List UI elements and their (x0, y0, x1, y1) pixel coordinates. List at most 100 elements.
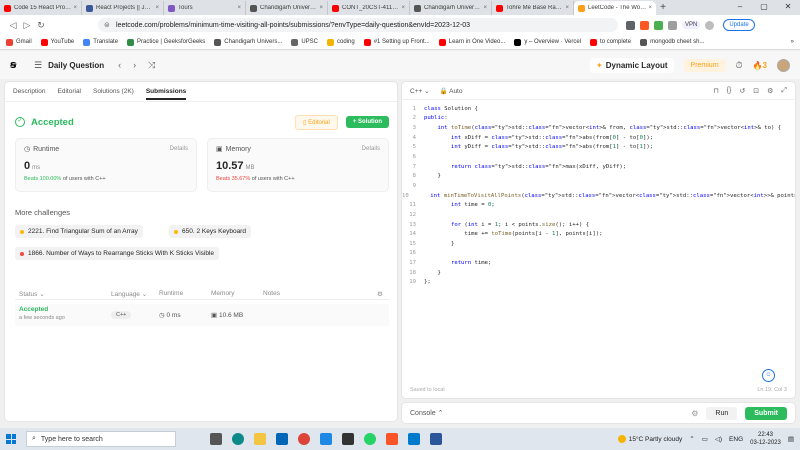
browser-tab[interactable]: Chandigarh University × (410, 1, 492, 15)
browser-tab[interactable]: LeetCode - The World × (574, 1, 656, 15)
tab-close-icon[interactable]: × (401, 5, 405, 11)
challenge-chip[interactable]: 2221. Find Triangular Sum of an Array (15, 225, 143, 238)
browser-tab[interactable]: React Projects || John S× (82, 1, 164, 15)
editorial-button[interactable]: ▯ Editorial (295, 114, 338, 130)
memory-details-link[interactable]: Details (362, 146, 380, 152)
code-line[interactable]: 6 (402, 152, 795, 162)
tab-close-icon[interactable]: × (155, 5, 159, 11)
new-tab-button[interactable]: + (656, 1, 670, 15)
settings-icon[interactable]: ⚙ (691, 409, 698, 418)
bookmark-item[interactable]: Translate (83, 38, 118, 46)
browser-tab[interactable]: Tours × (164, 1, 246, 15)
shuffle-icon[interactable]: ⤨ (148, 60, 155, 71)
word-icon[interactable] (430, 433, 442, 445)
close-window-button[interactable]: ✕ (776, 0, 800, 15)
code-line[interactable]: 11 int time = 0; (402, 200, 795, 210)
col-status[interactable]: Status ⌄ (19, 290, 45, 298)
chat-icon[interactable]: ☺ (762, 369, 775, 382)
minimize-button[interactable]: – (728, 0, 752, 15)
bookmark-item[interactable]: #1 Setting up Front... (363, 38, 430, 46)
weather-widget[interactable]: 15°C Partly cloudy (617, 435, 682, 443)
post-solution-button[interactable]: + Solution (345, 116, 389, 128)
table-row[interactable]: Accepted a few seconds ago C++ ◷ 0 ms ▣ … (15, 304, 389, 326)
prev-problem-icon[interactable]: ‹ (118, 60, 121, 71)
tab-submissions[interactable]: Submissions (145, 88, 187, 100)
url-input[interactable]: ⊜ leetcode.com/problems/minimum-time-vis… (98, 18, 618, 32)
run-button[interactable]: Run (706, 406, 738, 420)
tab-close-icon[interactable]: × (237, 5, 241, 11)
code-line[interactable]: 9 (402, 181, 795, 191)
runtime-details-link[interactable]: Details (170, 146, 188, 152)
code-line[interactable]: 3 int toTime(class="ty">std::class="fn">… (402, 123, 795, 133)
code-line[interactable]: 19}; (402, 278, 795, 288)
bookmark-icon[interactable]: ⊓ (713, 87, 718, 95)
tab-close-icon[interactable]: × (565, 5, 569, 11)
brave-icon[interactable] (386, 433, 398, 445)
braces-icon[interactable]: {} (727, 87, 732, 95)
premium-button[interactable]: Premium (683, 58, 726, 72)
windows-start-icon[interactable] (6, 434, 16, 444)
console-toggle[interactable]: Console ⌃ (410, 409, 444, 417)
next-problem-icon[interactable]: › (133, 60, 136, 71)
tray-chevron-icon[interactable]: ⌃ (689, 435, 694, 443)
extension-icon[interactable] (654, 20, 663, 30)
memory-card[interactable]: ▣ Memory Details 10.57 MB Beats 35.67% of… (207, 138, 389, 192)
leetcode-logo-icon[interactable]: ꞩ (10, 59, 22, 71)
shortcut-icon[interactable]: ⊡ (753, 87, 759, 95)
code-line[interactable]: 12 (402, 210, 795, 220)
challenge-chip[interactable]: 650. 2 Keys Keyboard (169, 225, 251, 238)
tab-close-icon[interactable]: × (319, 5, 323, 11)
bookmark-item[interactable]: UPSC (291, 38, 318, 46)
store-icon[interactable] (320, 433, 332, 445)
tab-editorial[interactable]: Editorial (58, 88, 81, 95)
code-line[interactable]: 18 } (402, 268, 795, 278)
bookmark-item[interactable]: Learn in One Video... (438, 38, 505, 46)
profile-icon[interactable] (705, 20, 715, 30)
tab-close-icon[interactable]: × (648, 5, 652, 11)
submit-button[interactable]: Submit (745, 406, 787, 420)
language-select[interactable]: C++ ⌄ (410, 87, 430, 95)
code-line[interactable]: 1 class Solution { (402, 104, 795, 114)
input-language[interactable]: ENG (729, 436, 743, 443)
bookmark-item[interactable]: coding (327, 38, 355, 46)
task-view-icon[interactable] (210, 433, 222, 445)
back-icon[interactable]: ◁ (6, 20, 20, 31)
code-line[interactable]: 4 int xDiff = class="ty">std::class="fn"… (402, 133, 795, 143)
vscode-icon[interactable] (408, 433, 420, 445)
whatsapp-icon[interactable] (364, 433, 376, 445)
code-line[interactable]: 7 return class="ty">std::class="fn">max(… (402, 162, 795, 172)
bookmark-item[interactable]: y – Overview · Vercel (514, 38, 581, 46)
browser-tab[interactable]: Chandigarh University × (246, 1, 328, 15)
taskbar-search-input[interactable]: ⌕ Type here to search (26, 431, 176, 447)
settings-icon[interactable]: ⚙ (767, 87, 773, 95)
browser-tab[interactable]: CONT_20CST-411 :: CU× (328, 1, 410, 15)
challenge-chip[interactable]: 1866. Number of Ways to Rearrange Sticks… (15, 247, 220, 260)
browser-tab[interactable]: Code 15 React Projects × (0, 1, 82, 15)
code-line[interactable]: 2 public: (402, 114, 795, 124)
extension-icon[interactable] (626, 20, 635, 30)
problem-list-icon[interactable]: ☰ (34, 60, 42, 71)
code-line[interactable]: 8 } (402, 171, 795, 181)
notifications-icon[interactable]: ▤ (788, 435, 794, 443)
tab-close-icon[interactable]: × (483, 5, 487, 11)
row-status[interactable]: Accepted (19, 306, 65, 313)
bookmark-item[interactable]: to complete (590, 38, 631, 46)
code-line[interactable]: 14 time += toTime(points[i - 1], points[… (402, 229, 795, 239)
reset-icon[interactable]: ↺ (739, 87, 745, 95)
volume-icon[interactable]: ◁) (715, 435, 722, 443)
extension-icon[interactable] (668, 20, 677, 30)
mail-icon[interactable] (276, 433, 288, 445)
code-line[interactable]: 13 for (int i = 1; i < points.size(); i+… (402, 220, 795, 230)
edge-icon[interactable] (232, 433, 244, 445)
bookmark-item[interactable]: mongodb cheet sh... (640, 38, 704, 46)
code-line[interactable]: 15 } (402, 239, 795, 249)
reload-icon[interactable]: ↻ (34, 20, 48, 31)
runtime-card[interactable]: ◷ Runtime Details 0 ms Beats 100.00% of u… (15, 138, 197, 192)
dynamic-layout-button[interactable]: ✦ Dynamic Layout (590, 57, 674, 73)
update-button[interactable]: Update (723, 19, 755, 31)
code-line[interactable]: 17 return time; (402, 258, 795, 268)
browser-tab[interactable]: Tohre Me Base Raam × (492, 1, 574, 15)
bookmark-item[interactable]: YouTube (40, 38, 74, 46)
clock[interactable]: 22:43 03-12-2023 (750, 431, 781, 447)
code-editor[interactable]: 1 class Solution {2 public: 3 int toTime(cl… (402, 104, 795, 288)
